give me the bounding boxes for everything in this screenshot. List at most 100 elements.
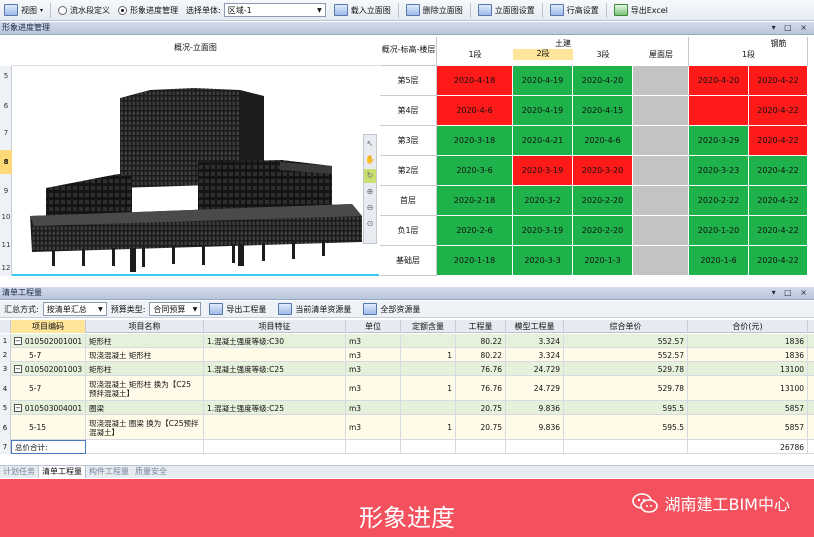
progress-cell[interactable]	[633, 66, 689, 96]
table-row[interactable]: 7 总价合计: 26786	[0, 440, 814, 454]
progress-cell[interactable]: 2020-3-3	[513, 246, 573, 276]
all-resources-button[interactable]: 全部资源量	[359, 300, 424, 319]
collapse-icon[interactable]: −	[14, 365, 22, 373]
progress-cell[interactable]	[633, 186, 689, 216]
progress-cell[interactable]: 2020-4-22	[749, 186, 808, 216]
progress-cell[interactable]: 2020-2-20	[573, 216, 633, 246]
table-row[interactable]: 5−010503004001 圈梁 1.混凝土强度等级:C25 m3 20.75 9.83…	[0, 401, 814, 415]
floor-label: 负1层	[380, 216, 437, 246]
export-quantity-button[interactable]: 导出工程量	[205, 300, 270, 319]
progress-cell[interactable]: 2020-4-20	[689, 66, 749, 96]
all-resources-label: 全部资源量	[380, 304, 421, 314]
progress-cell[interactable]: 2020-4-20	[573, 66, 633, 96]
budget-dropdown[interactable]: 合同预算 ▼	[149, 302, 202, 316]
civil-group-label: 土建	[555, 39, 571, 48]
progress-cell[interactable]: 2020-1-18	[437, 246, 513, 276]
progress-cell[interactable]: 2020-1-6	[689, 246, 749, 276]
delete-elevation-button[interactable]: 删除立面图	[402, 1, 467, 20]
col-header-total[interactable]: 合价(元)	[688, 320, 808, 333]
progress-cell[interactable]: 2020-4-22	[749, 246, 808, 276]
progress-cell[interactable]: 2020-3-23	[689, 156, 749, 186]
table-row[interactable]: 3−010502001003 矩形柱 1.混凝土强度等级:C25 m3 76.76 24.…	[0, 362, 814, 376]
progress-cell[interactable]: 2020-3-29	[689, 126, 749, 156]
row-number: 7	[3, 129, 9, 137]
fit-view-icon[interactable]: ⊙	[364, 217, 376, 231]
progress-cell[interactable]	[633, 156, 689, 186]
progress-cell[interactable]: 2020-4-6	[437, 96, 513, 126]
progress-cell[interactable]	[689, 96, 749, 126]
col-header-model-qty[interactable]: 模型工程量	[506, 320, 564, 333]
zoom-in-icon[interactable]: ⊕	[364, 185, 376, 199]
pan-hand-icon[interactable]: ✋	[364, 153, 376, 167]
collapse-icon[interactable]: −	[14, 337, 22, 345]
cell-total: 1836	[688, 334, 808, 348]
progress-cell[interactable]: 2020-1-20	[689, 216, 749, 246]
progress-cell[interactable]	[633, 246, 689, 276]
pointer-icon[interactable]: ↖	[364, 137, 376, 151]
collapse-icon[interactable]: −	[14, 404, 22, 412]
progress-cell[interactable]: 2020-2-20	[573, 186, 633, 216]
progress-cell[interactable]: 2020-4-21	[513, 126, 573, 156]
progress-cell[interactable]: 2020-4-19	[513, 66, 573, 96]
table-row[interactable]: 4 5-7 现浇混凝土 矩形柱 换为【C25 预拌混凝土】 m3 1 76.76 24.72…	[0, 376, 814, 401]
row-index: 4	[0, 376, 11, 401]
elevation-settings-button[interactable]: 立面图设置	[474, 1, 539, 20]
col-header-price[interactable]: 综合单价	[564, 320, 688, 333]
table-row[interactable]: 2 5-7 现浇混凝土 矩形柱 m3 1 80.22 3.324 552.57 1836	[0, 348, 814, 362]
cell-qty: 76.76	[456, 362, 506, 376]
progress-cell[interactable]: 2020-2-6	[437, 216, 513, 246]
col-header-unit[interactable]: 单位	[346, 320, 401, 333]
tab-plan-task[interactable]: 计划任务	[0, 466, 38, 478]
radio-flow-segment[interactable]: 流水段定义	[54, 1, 114, 20]
cell-content: 1	[401, 348, 456, 362]
progress-cell[interactable]: 2020-3-6	[437, 156, 513, 186]
tab-component-quantity[interactable]: 构件工程量	[86, 466, 132, 478]
cell-content	[401, 401, 456, 415]
progress-cell[interactable]: 2020-4-22	[749, 126, 808, 156]
col-header-feature[interactable]: 项目特征	[204, 320, 346, 333]
col-header-code[interactable]: 项目编码	[11, 320, 86, 333]
col-header-content[interactable]: 定额含量	[401, 320, 456, 333]
progress-cell[interactable]: 2020-1-3	[573, 246, 633, 276]
summary-dropdown[interactable]: 按清单汇总 ▼	[42, 302, 107, 316]
watermark: 湖南建工BIM中心	[632, 486, 790, 520]
row-height-button[interactable]: 行高设置	[546, 1, 603, 20]
progress-cell[interactable]: 2020-3-18	[437, 126, 513, 156]
view-button[interactable]: 视图 ▾	[0, 1, 47, 20]
radio-image-progress[interactable]: 形象进度管理	[114, 1, 182, 20]
progress-cell[interactable]	[633, 126, 689, 156]
building-3d-view[interactable]: ↖ ✋ ↻ ⊕ ⊖ ⊙	[12, 66, 379, 276]
col-header-name[interactable]: 项目名称	[86, 320, 204, 333]
progress-cell[interactable]: 2020-4-22	[749, 66, 808, 96]
progress-cell[interactable]: 2020-3-2	[513, 186, 573, 216]
progress-cell[interactable]: 2020-4-6	[573, 126, 633, 156]
progress-cell[interactable]: 2020-4-15	[573, 96, 633, 126]
panel-controls[interactable]: ▾ □ ×	[772, 22, 810, 34]
col-header-qty[interactable]: 工程量	[456, 320, 506, 333]
progress-cell[interactable]	[633, 96, 689, 126]
orbit-icon[interactable]: ↻	[364, 169, 376, 183]
load-elevation-button[interactable]: 载入立面图	[330, 1, 395, 20]
panel-controls[interactable]: ▾ □ ×	[772, 287, 810, 299]
progress-cell[interactable]	[633, 216, 689, 246]
progress-cell[interactable]: 2020-2-22	[689, 186, 749, 216]
progress-cell[interactable]: 2020-4-19	[513, 96, 573, 126]
table-row[interactable]: 6 5-15 现浇混凝土 圈梁 换为【C25预拌混凝土】 m3 1 20.75 9.836 5…	[0, 415, 814, 440]
col-header-2-selected[interactable]: 2段	[513, 49, 573, 60]
progress-cell[interactable]: 2020-4-22	[749, 216, 808, 246]
progress-cell[interactable]: 2020-4-22	[749, 156, 808, 186]
tab-quality-safety[interactable]: 质量安全	[132, 466, 170, 478]
progress-cell[interactable]: 2020-4-18	[437, 66, 513, 96]
current-list-button[interactable]: 当前清单资源量	[274, 300, 355, 319]
progress-cell[interactable]: 2020-3-20	[573, 156, 633, 186]
progress-cell[interactable]: 2020-4-22	[749, 96, 808, 126]
progress-cell[interactable]: 2020-2-18	[437, 186, 513, 216]
select-unit-dropdown[interactable]: 区域-1 ▼	[223, 3, 326, 17]
tab-quantity-list[interactable]: 清单工程量	[38, 466, 86, 478]
view-label: 视图	[21, 5, 37, 15]
table-row[interactable]: 1−010502001001 矩形柱 1.混凝土强度等级:C30 m3 80.22 3.3…	[0, 334, 814, 348]
zoom-out-icon[interactable]: ⊖	[364, 201, 376, 215]
export-excel-button[interactable]: 导出Excel	[610, 1, 672, 20]
progress-cell[interactable]: 2020-3-19	[513, 216, 573, 246]
progress-cell[interactable]: 2020-3-19	[513, 156, 573, 186]
